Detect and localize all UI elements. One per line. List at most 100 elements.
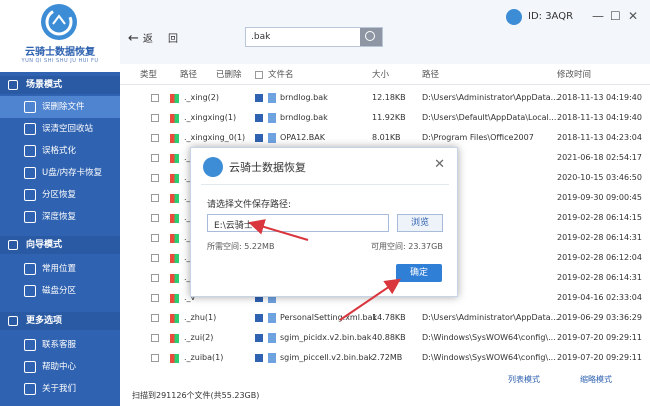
- close-icon[interactable]: ✕: [434, 157, 445, 172]
- minimize-icon[interactable]: —: [592, 9, 604, 23]
- file-type-icon: [170, 194, 179, 203]
- row-checkbox[interactable]: [151, 254, 159, 262]
- file-checkbox[interactable]: [255, 314, 263, 322]
- back-button[interactable]: ← 返: [128, 30, 153, 46]
- sidebar-item-usb[interactable]: U盘/内存卡恢复: [0, 162, 120, 184]
- section-scene-mode[interactable]: 场景模式: [0, 76, 120, 94]
- file-checkbox[interactable]: [255, 134, 263, 142]
- table-row[interactable]: ._zuiba(1) sgim_piccell.v2.bin.bak 2.72MB D…: [120, 348, 650, 368]
- search-button[interactable]: [360, 28, 382, 46]
- dialog-title: 云骑士数据恢复: [229, 161, 306, 174]
- row-checkbox[interactable]: [151, 314, 159, 322]
- row-checkbox[interactable]: [151, 334, 159, 342]
- row-checkbox[interactable]: [151, 294, 159, 302]
- sidebar-item-help[interactable]: 帮助中心: [0, 356, 120, 378]
- file-type-icon: [170, 274, 179, 283]
- file-type-icon: [170, 254, 179, 263]
- list-view-button[interactable]: 列表模式: [508, 374, 540, 385]
- row-checkbox[interactable]: [151, 194, 159, 202]
- row-checkbox[interactable]: [151, 214, 159, 222]
- row-filename: brndlog.bak: [280, 113, 328, 122]
- section-more-options[interactable]: 更多选项: [0, 312, 120, 330]
- file-checkbox[interactable]: [255, 114, 263, 122]
- save-path-input[interactable]: E:\云骑士\: [207, 214, 389, 232]
- row-checkbox[interactable]: [151, 174, 159, 182]
- save-path-dialog: 云骑士数据恢复 ✕ 请选择文件保存路径: E:\云骑士\ 浏览 所需空间: 5.…: [190, 147, 458, 297]
- app-name: 云骑士数据恢复: [25, 47, 95, 58]
- table-row[interactable]: ._xing(2) brndlog.bak 12.18KB D:\Users\Admi…: [120, 88, 650, 108]
- row-modified: 2019-09-30 09:00:45: [557, 193, 642, 202]
- row-checkbox[interactable]: [151, 114, 159, 122]
- row-filename: brndlog.bak: [280, 93, 328, 102]
- dialog-prompt: 请选择文件保存路径:: [207, 200, 292, 210]
- search-box[interactable]: .bak: [245, 27, 383, 47]
- col-name[interactable]: 文件名: [268, 66, 294, 84]
- col-location[interactable]: 路径: [422, 66, 439, 84]
- cloud-horse-logo-icon: [41, 4, 77, 40]
- file-type-icon: [170, 174, 179, 183]
- col-path[interactable]: 路径: [180, 66, 197, 84]
- document-icon: [268, 353, 276, 363]
- row-checkbox[interactable]: [151, 274, 159, 282]
- row-modified: 2020-10-15 03:46:50: [557, 173, 642, 182]
- row-location: D:\Windows\SysWOW64\config\...: [422, 333, 556, 342]
- sidebar-item-disk-partition[interactable]: 磁盘分区: [0, 280, 120, 302]
- section-wizard-mode[interactable]: 向导模式: [0, 236, 120, 254]
- row-checkbox[interactable]: [151, 154, 159, 162]
- table-row[interactable]: ._xingxing(1) brndlog.bak 11.92KB D:\Users\…: [120, 108, 650, 128]
- file-checkbox[interactable]: [255, 94, 263, 102]
- col-deleted[interactable]: 已删除: [216, 66, 242, 84]
- select-all-checkbox[interactable]: [255, 71, 263, 79]
- file-checkbox[interactable]: [255, 334, 263, 342]
- row-checkbox[interactable]: [151, 94, 159, 102]
- row-modified: 2019-07-20 09:29:11: [557, 333, 642, 342]
- sidebar-item-about[interactable]: 关于我们: [0, 378, 120, 400]
- app-name-pinyin: YUN QI SHI SHU JU HUI FU: [21, 58, 99, 64]
- row-checkbox[interactable]: [151, 234, 159, 242]
- document-icon: [268, 93, 276, 103]
- row-size: 2.72MB: [372, 353, 403, 362]
- row-modified: 2019-02-28 06:12:04: [557, 253, 642, 262]
- file-type-icon: [170, 294, 179, 303]
- sidebar-item-formatted[interactable]: 误格式化: [0, 140, 120, 162]
- document-icon: [268, 333, 276, 343]
- file-type-icon: [170, 334, 179, 343]
- table-row[interactable]: ._zhu(1) PersonalSetting.xml.bak 14.78KB D:…: [120, 308, 650, 328]
- dialog-divider: [201, 184, 449, 185]
- col-type[interactable]: 类型: [140, 66, 157, 84]
- deep-scan-icon: [24, 211, 36, 223]
- thumbnail-view-button[interactable]: 缩略模式: [580, 374, 612, 385]
- sidebar-item-partition[interactable]: 分区恢复: [0, 184, 120, 206]
- row-modified: 2021-06-18 02:54:17: [557, 153, 642, 162]
- row-checkbox[interactable]: [151, 134, 159, 142]
- sidebar-item-support[interactable]: 联系客服: [0, 334, 120, 356]
- disk-icon: [24, 285, 36, 297]
- row-filename: sgim_picidx.v2.bin.bak: [280, 333, 372, 342]
- col-modified[interactable]: 修改时间: [557, 66, 591, 84]
- browse-button[interactable]: 浏览: [397, 214, 443, 232]
- row-checkbox[interactable]: [151, 354, 159, 362]
- sidebar-item-deleted-files[interactable]: 误删除文件: [0, 96, 120, 118]
- search-input[interactable]: .bak: [251, 32, 270, 42]
- file-checkbox[interactable]: [255, 354, 263, 362]
- row-size: 14.78KB: [372, 313, 406, 322]
- headset-icon: [24, 339, 36, 351]
- row-modified: 2019-02-28 06:14:31: [557, 273, 642, 282]
- sidebar-item-deep[interactable]: 深度恢复: [0, 206, 120, 228]
- file-type-icon: [170, 134, 179, 143]
- header-divider: [120, 84, 650, 85]
- format-icon: [24, 145, 36, 157]
- help-icon: [24, 361, 36, 373]
- sidebar-item-common-locations[interactable]: 常用位置: [0, 258, 120, 280]
- root-button[interactable]: 回: [168, 30, 178, 45]
- monitor-icon: [8, 80, 18, 90]
- col-size[interactable]: 大小: [372, 66, 389, 84]
- confirm-button[interactable]: 确定: [396, 264, 442, 282]
- row-modified: 2019-02-28 06:14:31: [557, 233, 642, 242]
- close-icon[interactable]: ✕: [628, 9, 638, 23]
- maximize-icon[interactable]: ☐: [610, 9, 621, 23]
- row-modified: 2018-11-13 04:19:40: [557, 93, 642, 102]
- sidebar-item-recycle-bin[interactable]: 误清空回收站: [0, 118, 120, 140]
- table-row[interactable]: ._zui(2) sgim_picidx.v2.bin.bak 40.88KB D:\…: [120, 328, 650, 348]
- table-row[interactable]: ._xingxing_0(1) OPA12.BAK 8.01KB D:\Program…: [120, 128, 650, 148]
